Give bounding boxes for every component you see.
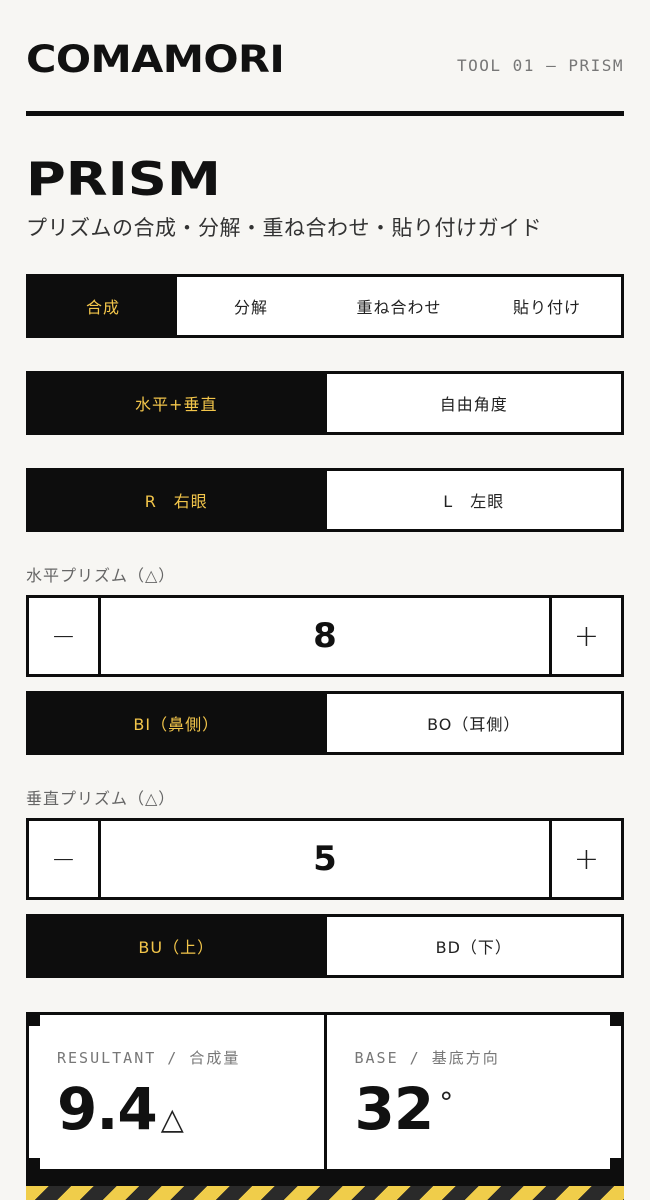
eye-option-right[interactable]: R 右眼 — [29, 471, 324, 529]
vertical-base-toggle: BU（上） BD（下） — [26, 914, 624, 978]
vertical-increment-button[interactable]: + — [549, 821, 621, 897]
horizontal-base-toggle: BI（鼻側） BO（耳側） — [26, 691, 624, 755]
result-panel-shadow — [26, 1172, 624, 1186]
app-header: COMAMORI TOOL 01 — PRISM — [26, 36, 624, 96]
eye-option-left[interactable]: L 左眼 — [323, 471, 622, 529]
tool-id-label: TOOL 01 — PRISM — [457, 56, 624, 75]
axis-option-free-angle[interactable]: 自由角度 — [323, 374, 622, 432]
base-readout: 32 ° — [355, 1080, 622, 1138]
base-label: BASE / 基底方向 — [354, 1049, 500, 1067]
tab-compose[interactable]: 合成 — [29, 277, 177, 335]
axis-option-hv[interactable]: 水平+垂直 — [29, 374, 324, 432]
page-title: PRISM — [26, 152, 221, 206]
tab-paste[interactable]: 貼り付け — [473, 277, 621, 335]
vertical-prism-label: 垂直プリズム（△） — [26, 789, 176, 808]
degree-unit: ° — [439, 1086, 454, 1119]
base-option-bo[interactable]: BO（耳側） — [323, 694, 622, 752]
prism-diopter-unit: △ — [160, 1102, 184, 1137]
base-cell: BASE / 基底方向 32 ° — [323, 1015, 622, 1169]
header-divider — [26, 111, 624, 116]
page-subtitle: プリズムの合成・分解・重ね合わせ・貼り付けガイド — [26, 216, 542, 240]
eye-toggle: R 右眼 L 左眼 — [26, 468, 624, 532]
mode-tabs: 合成 分解 重ね合わせ 貼り付け — [26, 274, 624, 338]
horizontal-prism-value[interactable]: 8 — [101, 598, 549, 674]
vertical-prism-value[interactable]: 5 — [101, 821, 549, 897]
brand-logo: COMAMORI — [26, 38, 285, 81]
horizontal-increment-button[interactable]: + — [549, 598, 621, 674]
base-option-bi[interactable]: BI（鼻側） — [29, 694, 324, 752]
horizontal-prism-label: 水平プリズム（△） — [26, 566, 176, 585]
resultant-value: 9.4 — [57, 1075, 158, 1143]
tab-decompose[interactable]: 分解 — [177, 277, 325, 335]
vertical-decrement-button[interactable]: − — [29, 821, 101, 897]
result-panel: RESULTANT / 合成量 9.4 △ BASE / 基底方向 32 ° — [26, 1012, 624, 1172]
horizontal-decrement-button[interactable]: − — [29, 598, 101, 674]
tab-overlay[interactable]: 重ね合わせ — [325, 277, 473, 335]
base-value: 32 — [354, 1075, 435, 1143]
resultant-readout: 9.4 △ — [57, 1080, 324, 1138]
base-option-bd[interactable]: BD（下） — [323, 917, 622, 975]
base-option-bu[interactable]: BU（上） — [29, 917, 324, 975]
axis-toggle: 水平+垂直 自由角度 — [26, 371, 624, 435]
horizontal-prism-stepper: − 8 + — [26, 595, 624, 677]
vertical-prism-stepper: − 5 + — [26, 818, 624, 900]
resultant-cell: RESULTANT / 合成量 9.4 △ — [29, 1015, 324, 1169]
resultant-label: RESULTANT / 合成量 — [57, 1049, 241, 1067]
hazard-stripe — [26, 1186, 624, 1200]
